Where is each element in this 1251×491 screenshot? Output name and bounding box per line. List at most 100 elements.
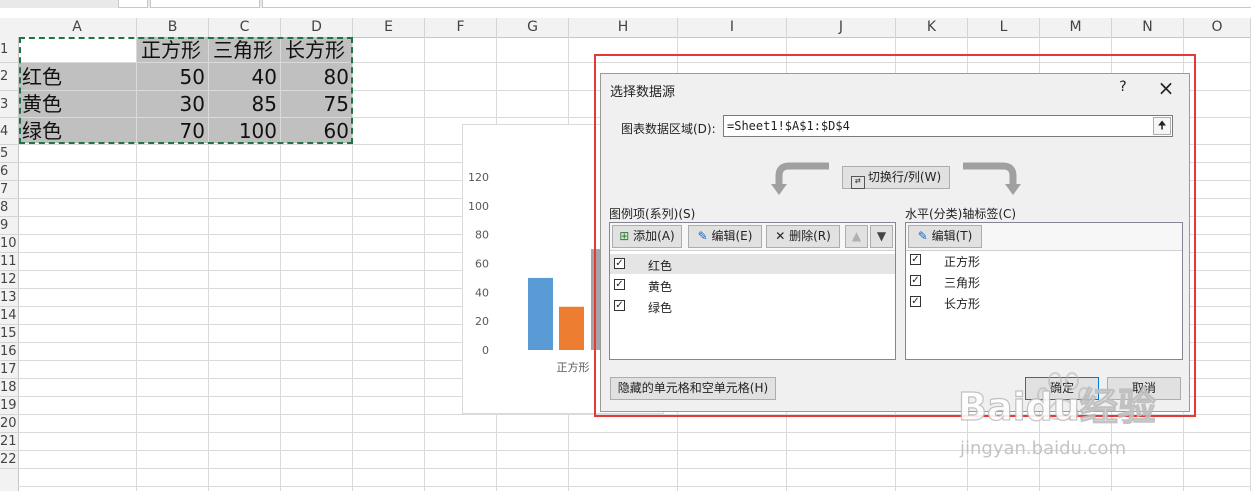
- y-tick-label: 40: [475, 286, 489, 299]
- cancel-label: 取消: [1131, 381, 1156, 395]
- ok-button[interactable]: 确定: [1025, 377, 1099, 400]
- row-header-19[interactable]: 19: [0, 397, 18, 415]
- upload-arrow-icon: 🠉: [1157, 119, 1167, 132]
- close-button[interactable]: ×: [1157, 76, 1175, 100]
- series-item-label: 红色: [648, 259, 673, 273]
- select-data-source-dialog: 选择数据源 ? × 图表数据区域(D): =Sheet1!$A$1:$D$4 🠉…: [600, 73, 1190, 412]
- checkbox[interactable]: ✓: [614, 300, 625, 311]
- formula-bar-piece: [150, 0, 260, 8]
- row-header-13[interactable]: 13: [0, 289, 18, 307]
- y-tick-label: 100: [468, 200, 489, 213]
- column-header-k[interactable]: K: [896, 18, 968, 37]
- column-header-b[interactable]: B: [137, 18, 209, 37]
- row-header-17[interactable]: 17: [0, 361, 18, 379]
- grid-hline: [18, 468, 1251, 469]
- checkbox[interactable]: ✓: [910, 275, 921, 286]
- switch-row-column-button[interactable]: ⇄ 切换行/列(W): [842, 166, 950, 189]
- collapse-dialog-button[interactable]: 🠉: [1153, 117, 1171, 135]
- axis-label-item-label: 长方形: [944, 297, 981, 311]
- axis-label-item[interactable]: ✓ 正方形: [906, 250, 1182, 270]
- copy-marquee: [19, 37, 353, 144]
- row-header-7[interactable]: 7: [0, 181, 18, 199]
- row-header-5[interactable]: 5: [0, 145, 18, 163]
- bar-0[interactable]: [528, 277, 553, 350]
- series-item[interactable]: ✓ 黄色: [610, 275, 895, 295]
- axis-edit-label: 编辑(T): [931, 229, 973, 243]
- column-header-m[interactable]: M: [1040, 18, 1112, 37]
- row-header-4[interactable]: 4: [0, 118, 18, 145]
- add-label: 添加(A): [633, 229, 675, 243]
- y-tick-label: 120: [468, 171, 489, 184]
- column-header-i[interactable]: I: [678, 18, 787, 37]
- checkbox[interactable]: ✓: [910, 296, 921, 307]
- row-header-11[interactable]: 11: [0, 253, 18, 271]
- switch-icon: ⇄: [850, 176, 865, 189]
- column-header-g[interactable]: G: [497, 18, 569, 37]
- row-header-2[interactable]: 2: [0, 63, 18, 91]
- row-header-10[interactable]: 10: [0, 235, 18, 253]
- column-header-o[interactable]: O: [1184, 18, 1251, 37]
- column-header-c[interactable]: C: [209, 18, 281, 37]
- row-header-16[interactable]: 16: [0, 343, 18, 361]
- x-category-label: 正方形: [557, 360, 590, 374]
- column-header-f[interactable]: F: [425, 18, 497, 37]
- row-header-1[interactable]: 1: [0, 37, 18, 63]
- row-header-18[interactable]: 18: [0, 379, 18, 397]
- series-item[interactable]: ✓ 红色: [610, 254, 895, 274]
- grid-hline: [18, 432, 1251, 433]
- column-header-h[interactable]: H: [569, 18, 678, 37]
- row-header-20[interactable]: 20: [0, 415, 18, 433]
- hidden-cells-label: 隐藏的单元格和空单元格(H): [617, 381, 769, 395]
- y-tick-label: 60: [475, 258, 489, 271]
- checkbox[interactable]: ✓: [614, 279, 625, 290]
- dialog-title: 选择数据源: [610, 85, 676, 100]
- add-icon: ⊞: [619, 229, 630, 243]
- grid-vline: [424, 37, 425, 491]
- ribbon-strip: [0, 0, 1251, 8]
- ok-label: 确定: [1049, 381, 1074, 395]
- help-button[interactable]: ?: [1115, 79, 1131, 95]
- column-header-l[interactable]: L: [968, 18, 1040, 37]
- row-header-3[interactable]: 3: [0, 91, 18, 118]
- edit-icon: ✎: [917, 229, 928, 243]
- column-header-n[interactable]: N: [1112, 18, 1184, 37]
- axis-label-item-label: 正方形: [944, 255, 981, 269]
- y-tick-label: 80: [475, 229, 489, 242]
- move-up-button[interactable]: ▲: [845, 225, 868, 248]
- row-header-14[interactable]: 14: [0, 307, 18, 325]
- range-input[interactable]: =Sheet1!$A$1:$D$4 🠉: [723, 115, 1173, 137]
- row-header-12[interactable]: 12: [0, 271, 18, 289]
- switch-arrow-right-icon: [963, 162, 1021, 195]
- column-header-j[interactable]: J: [787, 18, 896, 37]
- formula-bar-piece: [262, 0, 1251, 8]
- axis-label-item[interactable]: ✓ 长方形: [906, 292, 1182, 312]
- column-headers: ABCDEFGHIJKLMNO: [0, 18, 1251, 38]
- bar-1[interactable]: [559, 306, 584, 350]
- move-down-button[interactable]: ▼: [870, 225, 893, 248]
- cancel-button[interactable]: 取消: [1107, 377, 1181, 400]
- axis-label-item[interactable]: ✓ 三角形: [906, 271, 1182, 291]
- checkbox[interactable]: ✓: [910, 254, 921, 265]
- series-item-label: 黄色: [648, 280, 673, 294]
- column-header-a[interactable]: A: [18, 18, 137, 37]
- row-header-8[interactable]: 8: [0, 199, 18, 217]
- row-header-15[interactable]: 15: [0, 325, 18, 343]
- delete-series-button[interactable]: ✕ 删除(R): [766, 225, 840, 248]
- hidden-and-empty-cells-button[interactable]: 隐藏的单元格和空单元格(H): [610, 377, 776, 400]
- legend-entries-panel: ⊞ 添加(A) ✎ 编辑(E) ✕ 删除(R) ▲ ▼ ✓ 红色 ✓ 黄色 ✓ 绿色: [609, 222, 896, 360]
- y-tick-label: 0: [482, 344, 489, 357]
- series-item[interactable]: ✓ 绿色: [610, 296, 895, 316]
- edit-axis-labels-button[interactable]: ✎ 编辑(T): [908, 225, 982, 248]
- y-tick-label: 20: [475, 315, 489, 328]
- row-headers: 1 2 3 4 5 6 7 8 9 10 11 12 13 14 15 16 17 18 19 20 21 22: [0, 37, 19, 491]
- column-header-d[interactable]: D: [281, 18, 353, 37]
- edit-series-button[interactable]: ✎ 编辑(E): [688, 225, 762, 248]
- row-header-22[interactable]: 22: [0, 451, 18, 469]
- checkbox[interactable]: ✓: [614, 258, 625, 269]
- grid-hline: [18, 486, 1251, 487]
- add-series-button[interactable]: ⊞ 添加(A): [612, 225, 682, 248]
- row-header-6[interactable]: 6: [0, 163, 18, 181]
- row-header-21[interactable]: 21: [0, 433, 18, 451]
- row-header-9[interactable]: 9: [0, 217, 18, 235]
- column-header-e[interactable]: E: [353, 18, 425, 37]
